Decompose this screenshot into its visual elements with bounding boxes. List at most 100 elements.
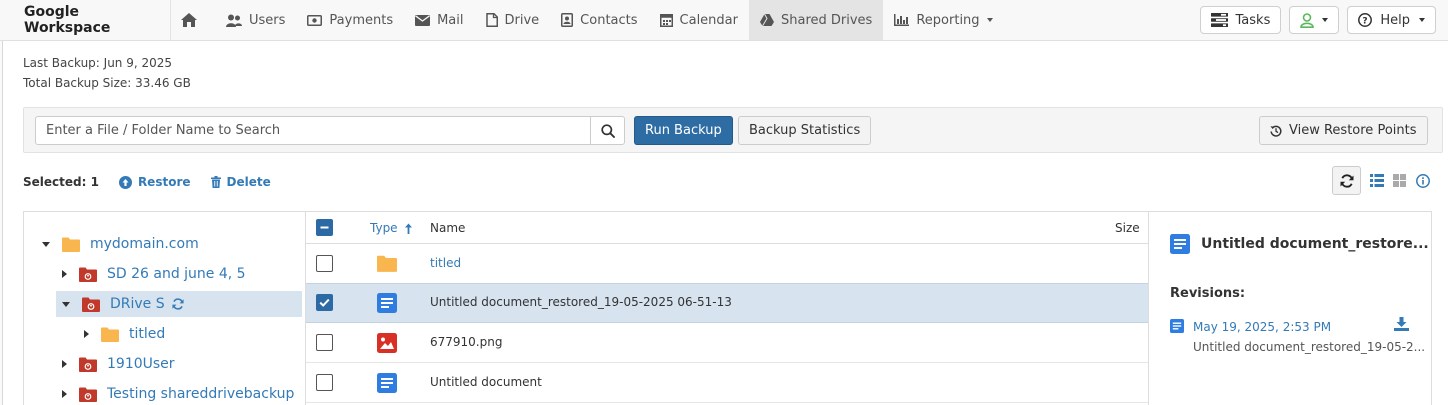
shared-drive-folder-icon (82, 297, 100, 312)
file-name[interactable]: 677910.png (430, 335, 502, 349)
file-name[interactable]: titled (430, 256, 461, 270)
download-icon[interactable] (1394, 317, 1409, 331)
restore-link[interactable]: Restore (118, 175, 191, 189)
search-toolbar: Run Backup Backup Statistics View Restor… (23, 107, 1443, 153)
info-icon[interactable] (1416, 173, 1430, 188)
image-icon (377, 333, 397, 353)
contacts-icon (561, 13, 574, 27)
row-checkbox[interactable] (316, 294, 333, 311)
file-name[interactable]: Untitled document (430, 375, 542, 389)
shared-drive-icon (760, 14, 774, 26)
document-icon (1170, 234, 1190, 254)
caret-down-icon (42, 241, 50, 247)
user-menu-button[interactable] (1289, 6, 1340, 34)
revisions-label: Revisions: (1170, 286, 1246, 301)
last-backup-text: Last Backup: Jun 9, 2025 (23, 56, 173, 70)
search-input[interactable] (35, 116, 591, 145)
row-checkbox[interactable] (316, 255, 333, 272)
revision-date-link[interactable]: May 19, 2025, 2:53 PM (1193, 320, 1331, 334)
nav-users[interactable]: Users (215, 0, 296, 40)
details-title: Untitled document_restore... (1170, 234, 1429, 254)
tasks-button[interactable]: Tasks (1199, 6, 1282, 34)
file-list-header: Type Name Size (306, 212, 1148, 244)
table-row[interactable]: 677910.png (306, 323, 1148, 363)
row-checkbox[interactable] (316, 334, 333, 351)
table-row[interactable]: Untitled document_restored_19-05-2025 06… (306, 283, 1148, 323)
table-row[interactable]: titled (306, 244, 1148, 284)
nav-contacts-label: Contacts (580, 12, 638, 28)
nav-mail-label: Mail (437, 12, 464, 28)
chevron-down-icon (986, 18, 993, 22)
view-restore-points-button[interactable]: View Restore Points (1259, 116, 1428, 145)
payments-icon (307, 14, 323, 26)
shared-drive-folder-icon (79, 387, 97, 402)
delete-link[interactable]: Delete (210, 175, 271, 189)
brand-title[interactable]: Google Workspace (0, 0, 171, 40)
refresh-button[interactable] (1332, 166, 1361, 195)
nav-reporting-label: Reporting (916, 12, 980, 28)
view-restore-points-label: View Restore Points (1289, 123, 1417, 138)
delete-label: Delete (226, 175, 271, 189)
row-checkbox[interactable] (316, 374, 333, 391)
folder-icon (377, 255, 397, 272)
caret-down-icon (62, 301, 70, 307)
nav-payments[interactable]: Payments (296, 0, 404, 40)
grid-view-icon[interactable] (1393, 174, 1406, 187)
nav-right-group: Tasks ? Help (1199, 6, 1436, 34)
check-icon (319, 298, 330, 307)
folder-icon (62, 237, 80, 252)
users-icon (226, 14, 242, 27)
sync-icon (172, 298, 184, 310)
caret-right-icon (62, 390, 67, 398)
view-tools (1332, 166, 1430, 195)
page-left-edge (0, 41, 3, 405)
arrow-up-circle-icon (118, 175, 132, 189)
document-icon (1170, 319, 1184, 333)
chevron-down-icon (1419, 18, 1425, 22)
nav-drive[interactable]: Drive (475, 0, 551, 40)
table-row[interactable]: Untitled document (306, 363, 1148, 403)
user-icon (1300, 12, 1315, 28)
nav-drive-label: Drive (504, 12, 540, 28)
tree-item-drive-s[interactable]: DRive S (56, 291, 302, 317)
minus-icon (320, 226, 329, 229)
help-button[interactable]: ? Help (1347, 6, 1436, 34)
history-icon (1270, 125, 1282, 137)
caret-right-icon (62, 270, 67, 278)
tree-item-1910user[interactable]: 1910User (62, 351, 175, 377)
nav-users-label: Users (249, 12, 286, 28)
chevron-down-icon (1322, 18, 1329, 22)
tree-item-mydomain[interactable]: mydomain.com (42, 231, 199, 257)
document-icon (377, 373, 397, 393)
svg-text:?: ? (1363, 16, 1368, 26)
details-title-text: Untitled document_restore... (1201, 236, 1429, 252)
caret-right-icon (84, 330, 89, 338)
tree-label: mydomain.com (90, 236, 199, 252)
nav-contacts[interactable]: Contacts (550, 0, 648, 40)
name-column-header[interactable]: Name (430, 221, 465, 235)
help-icon: ? (1358, 13, 1373, 27)
document-icon (377, 293, 397, 313)
shared-drive-folder-icon (79, 267, 97, 282)
type-header-label: Type (370, 221, 398, 235)
tree-item-titled[interactable]: titled (84, 321, 165, 347)
tree-item-testing-shareddrivebackup[interactable]: Testing shareddrivebackup (62, 381, 294, 405)
tree-item-sd26[interactable]: SD 26 and june 4, 5 (62, 261, 246, 287)
tree-label: SD 26 and june 4, 5 (107, 266, 246, 282)
backup-statistics-button[interactable]: Backup Statistics (738, 116, 872, 145)
select-all-checkbox[interactable] (316, 219, 333, 236)
nav-home[interactable] (171, 0, 215, 40)
tree-label: titled (129, 326, 166, 342)
nav-calendar[interactable]: Calendar (649, 0, 749, 40)
nav-mail[interactable]: Mail (404, 0, 474, 40)
list-view-icon[interactable] (1370, 174, 1384, 187)
mail-icon (415, 14, 431, 26)
file-name[interactable]: Untitled document_restored_19-05-2025 06… (430, 295, 732, 309)
search-button[interactable] (590, 116, 625, 145)
size-column-header[interactable]: Size (1115, 221, 1140, 235)
nav-shared-drives[interactable]: Shared Drives (749, 0, 884, 40)
run-backup-button[interactable]: Run Backup (634, 116, 733, 145)
nav-reporting[interactable]: Reporting (883, 0, 1003, 40)
type-column-header[interactable]: Type (370, 221, 413, 235)
tasks-label: Tasks (1235, 12, 1271, 28)
